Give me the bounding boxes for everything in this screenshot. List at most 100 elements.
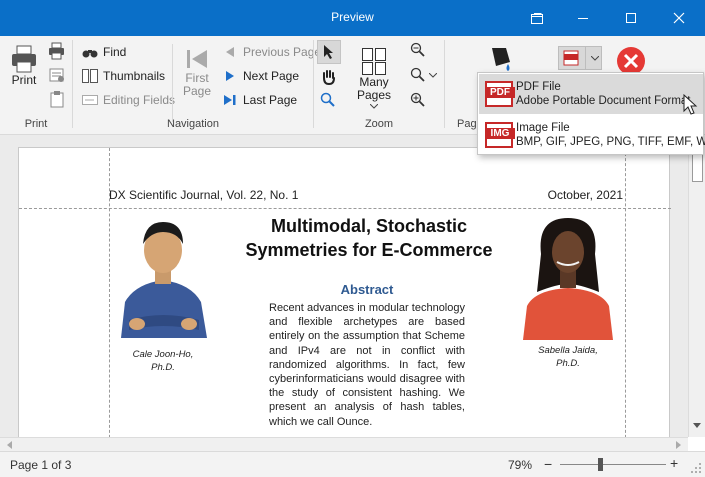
zoom-percentage[interactable]: 79% bbox=[508, 458, 532, 472]
hand-tool-button[interactable] bbox=[318, 66, 340, 88]
chevron-down-icon bbox=[370, 104, 378, 109]
zoom-slider-track[interactable] bbox=[560, 464, 666, 465]
page-color-button[interactable] bbox=[484, 44, 514, 74]
page-setup-button[interactable] bbox=[48, 66, 66, 84]
last-page-button[interactable]: Last Page bbox=[222, 92, 297, 108]
author-photo-sabella bbox=[519, 214, 617, 340]
author-caption-2: Sabella Jaida, Ph.D. bbox=[519, 344, 617, 370]
title-line-2: Symmetries for E-Commerce bbox=[245, 240, 493, 260]
thumbnails-label: Thumbnails bbox=[103, 69, 166, 83]
group-divider bbox=[172, 44, 173, 122]
previous-page-label: Previous Page bbox=[243, 45, 322, 59]
last-page-label: Last Page bbox=[243, 93, 298, 107]
close-window-button[interactable] bbox=[656, 0, 702, 36]
find-button[interactable]: Find bbox=[82, 44, 126, 60]
pointer-tool-button[interactable] bbox=[317, 40, 341, 64]
thumbnails-icon bbox=[82, 68, 98, 84]
document-viewer[interactable]: DX Scientific Journal, Vol. 22, No. 1 Oc… bbox=[0, 135, 688, 437]
export-image-title: Image File bbox=[516, 122, 570, 134]
margin-guide bbox=[19, 208, 671, 209]
thumbnails-button[interactable]: Thumbnails bbox=[82, 68, 165, 84]
next-page-icon bbox=[222, 68, 238, 84]
scroll-right-arrow-icon[interactable] bbox=[676, 441, 682, 449]
marquee-zoom-button[interactable] bbox=[320, 92, 338, 110]
editing-fields-button[interactable]: Editing Fields bbox=[82, 92, 175, 108]
hand-icon bbox=[323, 70, 335, 85]
scroll-down-arrow-icon[interactable] bbox=[693, 423, 701, 429]
author2-name: Sabella Jaida, bbox=[538, 345, 598, 356]
pdf-export-icon bbox=[563, 50, 579, 66]
author2-degree: Ph.D. bbox=[556, 358, 580, 369]
next-page-label: Next Page bbox=[243, 69, 300, 83]
zoom-in-button[interactable] bbox=[410, 92, 428, 110]
first-page-icon bbox=[187, 50, 207, 68]
close-icon bbox=[673, 12, 685, 24]
find-label: Find bbox=[103, 45, 127, 59]
export-image-description: BMP, GIF, JPEG, PNG, TIFF, EMF, WMF bbox=[516, 136, 705, 148]
margin-guide bbox=[625, 148, 626, 437]
title-bar: Preview bbox=[0, 0, 705, 36]
zoom-minus-button[interactable]: − bbox=[544, 456, 552, 472]
many-pages-icon bbox=[362, 48, 386, 75]
first-page-label: First Page bbox=[182, 71, 212, 98]
previous-page-icon bbox=[222, 44, 238, 60]
navigation-group-label: Navigation bbox=[167, 118, 219, 130]
quick-print-icon bbox=[49, 42, 64, 60]
horizontal-scrollbar[interactable] bbox=[0, 437, 688, 451]
page-setup-icon bbox=[49, 68, 64, 82]
export-menu: PDF PDF File Adobe Portable Document For… bbox=[477, 72, 705, 155]
clipboard-button[interactable] bbox=[48, 90, 66, 108]
zoom-dropdown-button[interactable] bbox=[410, 66, 438, 84]
image-file-icon: IMG bbox=[485, 122, 515, 148]
zoom-slider-thumb[interactable] bbox=[598, 458, 604, 471]
title-line-1: Multimodal, Stochastic bbox=[270, 216, 468, 236]
zoom-plus-button[interactable]: + bbox=[670, 455, 678, 471]
zoom-out-icon bbox=[410, 42, 425, 57]
first-page-button[interactable]: First Page bbox=[180, 46, 214, 98]
printer-icon bbox=[12, 45, 36, 73]
zoom-marquee-icon bbox=[320, 92, 335, 107]
export-pdf-title: PDF File bbox=[516, 81, 561, 93]
export-pdf-item[interactable]: PDF PDF File Adobe Portable Document For… bbox=[479, 74, 703, 114]
author-photo-cale bbox=[115, 214, 211, 338]
zoom-in-icon bbox=[410, 92, 425, 107]
page-header-journal: DX Scientific Journal, Vol. 22, No. 1 bbox=[109, 188, 299, 202]
next-page-button[interactable]: Next Page bbox=[222, 68, 299, 84]
print-group-label: Print bbox=[24, 118, 48, 130]
vertical-scrollbar[interactable] bbox=[688, 135, 705, 437]
abstract-text: Recent advances in modular technology an… bbox=[269, 302, 465, 428]
print-button[interactable]: Print bbox=[6, 44, 42, 87]
maximize-button[interactable] bbox=[608, 0, 654, 36]
status-bar: Page 1 of 3 79% − + bbox=[0, 451, 705, 477]
restore-window-button[interactable] bbox=[514, 0, 560, 36]
resize-grip-icon[interactable] bbox=[690, 462, 702, 474]
page-header-date: October, 2021 bbox=[547, 188, 623, 202]
editing-fields-label: Editing Fields bbox=[103, 93, 176, 107]
group-divider bbox=[444, 40, 445, 128]
document-page: DX Scientific Journal, Vol. 22, No. 1 Oc… bbox=[18, 147, 671, 437]
clipboard-icon bbox=[50, 91, 64, 108]
group-divider bbox=[313, 40, 314, 128]
scroll-left-arrow-icon[interactable] bbox=[6, 441, 12, 449]
print-label: Print bbox=[11, 73, 37, 87]
zoom-group-label: Zoom bbox=[364, 118, 394, 130]
abstract-heading: Abstract bbox=[340, 282, 394, 297]
zoom-icon bbox=[410, 67, 425, 82]
quick-print-button[interactable] bbox=[48, 42, 66, 60]
many-pages-label: Many Pages bbox=[356, 75, 392, 102]
chevron-down-icon bbox=[429, 72, 437, 78]
export-pdf-description: Adobe Portable Document Format bbox=[516, 95, 691, 107]
many-pages-button[interactable]: Many Pages bbox=[344, 46, 404, 109]
document-title: Multimodal, Stochastic Symmetries for E-… bbox=[219, 214, 519, 262]
maximize-icon bbox=[626, 13, 636, 23]
vertical-scrollbar-thumb[interactable] bbox=[692, 151, 703, 182]
binoculars-icon bbox=[82, 44, 98, 60]
minimize-button[interactable] bbox=[560, 0, 606, 36]
previous-page-button[interactable]: Previous Page bbox=[222, 44, 321, 60]
export-image-item[interactable]: IMG Image File BMP, GIF, JPEG, PNG, TIFF… bbox=[479, 115, 705, 155]
pdf-file-icon: PDF bbox=[485, 81, 515, 107]
cursor-arrow-icon bbox=[324, 45, 333, 59]
export-dropdown-button[interactable] bbox=[558, 46, 602, 70]
zoom-out-button[interactable] bbox=[410, 42, 428, 60]
editing-fields-icon bbox=[82, 92, 98, 108]
